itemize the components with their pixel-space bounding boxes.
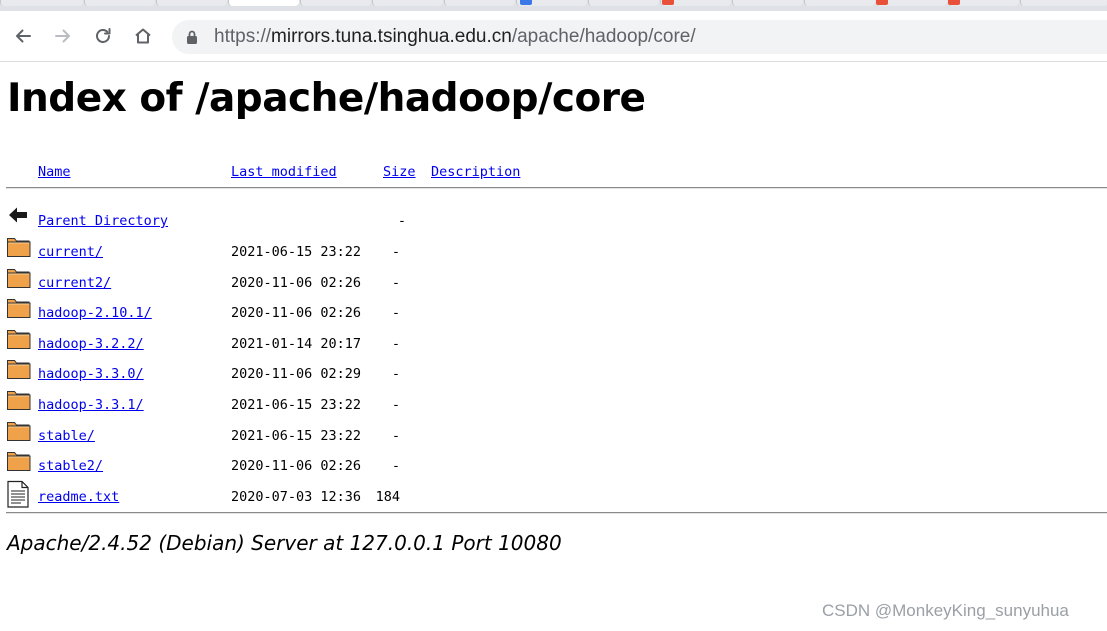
entry-last-modified: 2020-11-06 02:29 xyxy=(231,366,362,383)
folder-icon xyxy=(7,329,31,349)
arrow-right-icon xyxy=(55,29,70,43)
entry-last-modified: 2021-06-15 23:22 xyxy=(231,427,362,444)
entry-name-link[interactable]: hadoop-3.3.1/ xyxy=(38,397,144,413)
page-title: Index of /apache/hadoop/core xyxy=(7,76,646,121)
entry-name-link[interactable]: hadoop-2.10.1/ xyxy=(38,305,152,321)
entry-name-link[interactable]: stable2/ xyxy=(38,458,103,474)
entry-name-link[interactable]: current2/ xyxy=(38,275,111,291)
entry-size: - xyxy=(391,244,400,260)
footer-divider xyxy=(6,512,1107,514)
folder-icon xyxy=(7,268,31,288)
entry-name-link[interactable]: current/ xyxy=(38,244,103,260)
browser-toolbar: https://mirrors.tuna.tsinghua.edu.cn/apa… xyxy=(0,11,1107,62)
list-item: stable2/2020-11-06 02:26 - xyxy=(0,449,1107,479)
url-text[interactable]: https://mirrors.tuna.tsinghua.edu.cn/apa… xyxy=(214,26,696,48)
server-signature: Apache/2.4.52 (Debian) Server at 127.0.0… xyxy=(7,531,562,555)
folder-icon xyxy=(7,360,31,380)
column-header-size[interactable]: Size xyxy=(383,164,416,180)
sort-by-description-link[interactable]: Description xyxy=(431,164,520,180)
entry-name-link[interactable]: hadoop-3.2.2/ xyxy=(38,336,144,352)
entry-name-link[interactable]: readme.txt xyxy=(38,489,119,505)
entry-last-modified: 2020-11-06 02:26 xyxy=(231,274,362,291)
entry-size: - xyxy=(391,427,400,444)
reload-icon xyxy=(96,28,111,43)
sort-by-size-link[interactable]: Size xyxy=(383,164,416,180)
home-button[interactable] xyxy=(130,23,156,49)
entry-last-modified: 2021-06-15 23:22 xyxy=(231,397,362,413)
tab-favicon xyxy=(876,0,888,5)
entry-size: - xyxy=(391,335,400,352)
column-header-description[interactable]: Description xyxy=(431,164,520,180)
list-item: hadoop-2.10.1/2020-11-06 02:26 - xyxy=(0,296,1107,326)
forward-button[interactable] xyxy=(50,23,76,49)
browser-tab[interactable] xyxy=(444,0,515,6)
header-divider xyxy=(6,187,1107,189)
text-file-icon xyxy=(7,480,29,508)
entry-size: - xyxy=(391,366,400,383)
tab-favicon xyxy=(520,0,532,5)
url-scheme: https:// xyxy=(214,26,272,47)
browser-tab[interactable] xyxy=(804,0,875,6)
folder-icon xyxy=(7,238,31,257)
list-item: current2/2020-11-06 02:26 - xyxy=(0,266,1107,296)
folder-icon xyxy=(7,391,31,410)
browser-tab[interactable] xyxy=(84,0,155,6)
column-header-name[interactable]: Name xyxy=(38,164,71,180)
entry-last-modified: 2021-06-15 23:22 xyxy=(231,244,362,260)
list-item: hadoop-3.2.2/2021-01-14 20:17 - xyxy=(0,327,1107,357)
entry-last-modified: 2020-07-03 12:36 xyxy=(231,488,362,505)
entry-last-modified: 2021-01-14 20:17 xyxy=(231,335,362,352)
entry-last-modified: 2020-11-06 02:26 xyxy=(231,305,362,322)
entry-size: - xyxy=(391,305,400,322)
back-button[interactable] xyxy=(10,23,36,49)
back-arrow-icon xyxy=(9,207,28,223)
url-path: /apache/hadoop/core/ xyxy=(511,26,696,47)
reload-button[interactable] xyxy=(90,23,116,49)
browser-tab[interactable] xyxy=(372,0,443,6)
entry-size: - xyxy=(391,458,400,475)
watermark: CSDN @MonkeyKing_sunyuhua xyxy=(822,601,1069,620)
sort-by-name-link[interactable]: Name xyxy=(38,164,71,180)
parent-directory-row: Parent Directory - xyxy=(0,202,1107,232)
entry-size: - xyxy=(391,397,400,413)
folder-icon xyxy=(7,299,31,319)
parent-directory-link[interactable]: Parent Directory xyxy=(38,213,168,229)
browser-tab[interactable] xyxy=(588,0,659,6)
sort-by-last-modified-link[interactable]: Last modified xyxy=(231,164,337,180)
browser-tab[interactable] xyxy=(732,0,803,6)
browser-tab[interactable] xyxy=(1020,0,1107,6)
entry-size: 184 xyxy=(375,488,400,505)
browser-tab[interactable] xyxy=(0,0,83,6)
folder-icon xyxy=(7,421,31,441)
entry-name-link[interactable]: hadoop-3.3.0/ xyxy=(38,366,144,382)
tab-favicon xyxy=(948,0,960,5)
url-host: mirrors.tuna.tsinghua.edu.cn xyxy=(271,26,512,47)
entry-name-link[interactable]: stable/ xyxy=(38,428,95,444)
entry-last-modified: 2020-11-06 02:26 xyxy=(231,458,362,475)
list-item: stable/2021-06-15 23:22 - xyxy=(0,419,1107,449)
column-header-last-modified[interactable]: Last modified xyxy=(231,164,337,180)
browser-tab[interactable] xyxy=(156,0,227,6)
list-item: current/2021-06-15 23:22 - xyxy=(0,235,1107,265)
tab-favicon xyxy=(662,0,674,5)
list-item: readme.txt 2020-07-03 12:36 184 xyxy=(0,480,1107,510)
browser-tab-strip xyxy=(0,0,1107,11)
arrow-left-icon xyxy=(16,29,31,43)
folder-icon xyxy=(7,452,31,472)
browser-tab-active[interactable] xyxy=(228,0,299,6)
lock-icon[interactable] xyxy=(185,29,199,45)
parent-directory-size: - xyxy=(397,213,406,229)
list-item: hadoop-3.3.1/2021-06-15 23:22 - xyxy=(0,388,1107,418)
address-bar[interactable]: https://mirrors.tuna.tsinghua.edu.cn/apa… xyxy=(172,20,1107,54)
list-item: hadoop-3.3.0/2020-11-06 02:29 - xyxy=(0,357,1107,387)
browser-tab[interactable] xyxy=(300,0,371,6)
home-icon xyxy=(135,28,151,44)
entry-size: - xyxy=(391,274,400,291)
